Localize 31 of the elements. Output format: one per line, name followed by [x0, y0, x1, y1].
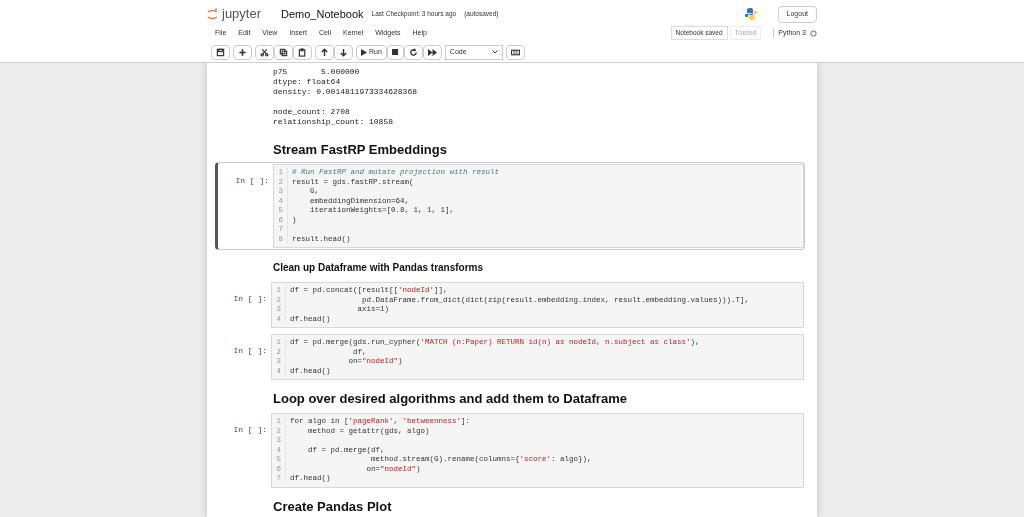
markdown-heading: Stream FastRP Embeddings — [273, 143, 448, 157]
output-line: p75 5.000000 — [273, 67, 361, 77]
input-prompt: In [ ]: — [235, 176, 269, 185]
output-line: relationship_count: 10858 — [273, 117, 395, 127]
notebook-name[interactable]: Demo_Notebook — [281, 5, 364, 23]
markdown-heading: Clean up Dataframe with Pandas transforms — [273, 262, 485, 274]
input-prompt: In [ ]: — [233, 425, 267, 434]
restart-icon[interactable] — [403, 44, 423, 60]
fast-forward-icon[interactable] — [422, 44, 442, 60]
add-icon[interactable] — [233, 44, 252, 60]
markdown-heading: Create Pandas Plot — [273, 499, 393, 514]
markdown-heading: Loop over desired algorithms and add them to Dataframe — [273, 392, 628, 406]
kernel-idle-icon — [810, 29, 817, 37]
play-icon — [361, 48, 367, 56]
input-prompt: In [ ]: — [233, 346, 267, 355]
save-icon[interactable] — [211, 44, 230, 60]
copy-icon[interactable] — [274, 44, 293, 60]
keyboard-icon[interactable] — [505, 44, 525, 60]
arrow-up-icon[interactable] — [315, 44, 334, 60]
python-logo-icon — [743, 7, 758, 21]
chevron-down-icon — [491, 50, 498, 54]
logo-text: jupyter — [222, 5, 262, 24]
input-prompt: In [ ]: — [233, 294, 267, 303]
cut-icon[interactable] — [255, 44, 274, 60]
paste-icon[interactable] — [293, 44, 312, 60]
output-line: node_count: 2708 — [273, 107, 351, 117]
jupyter-logo-icon — [207, 7, 218, 21]
output-line: density: 0.0014811973334628368 — [273, 87, 419, 97]
output-line: dtype: float64 — [273, 77, 342, 87]
arrow-down-icon[interactable] — [334, 44, 353, 60]
stop-icon[interactable] — [386, 44, 404, 60]
